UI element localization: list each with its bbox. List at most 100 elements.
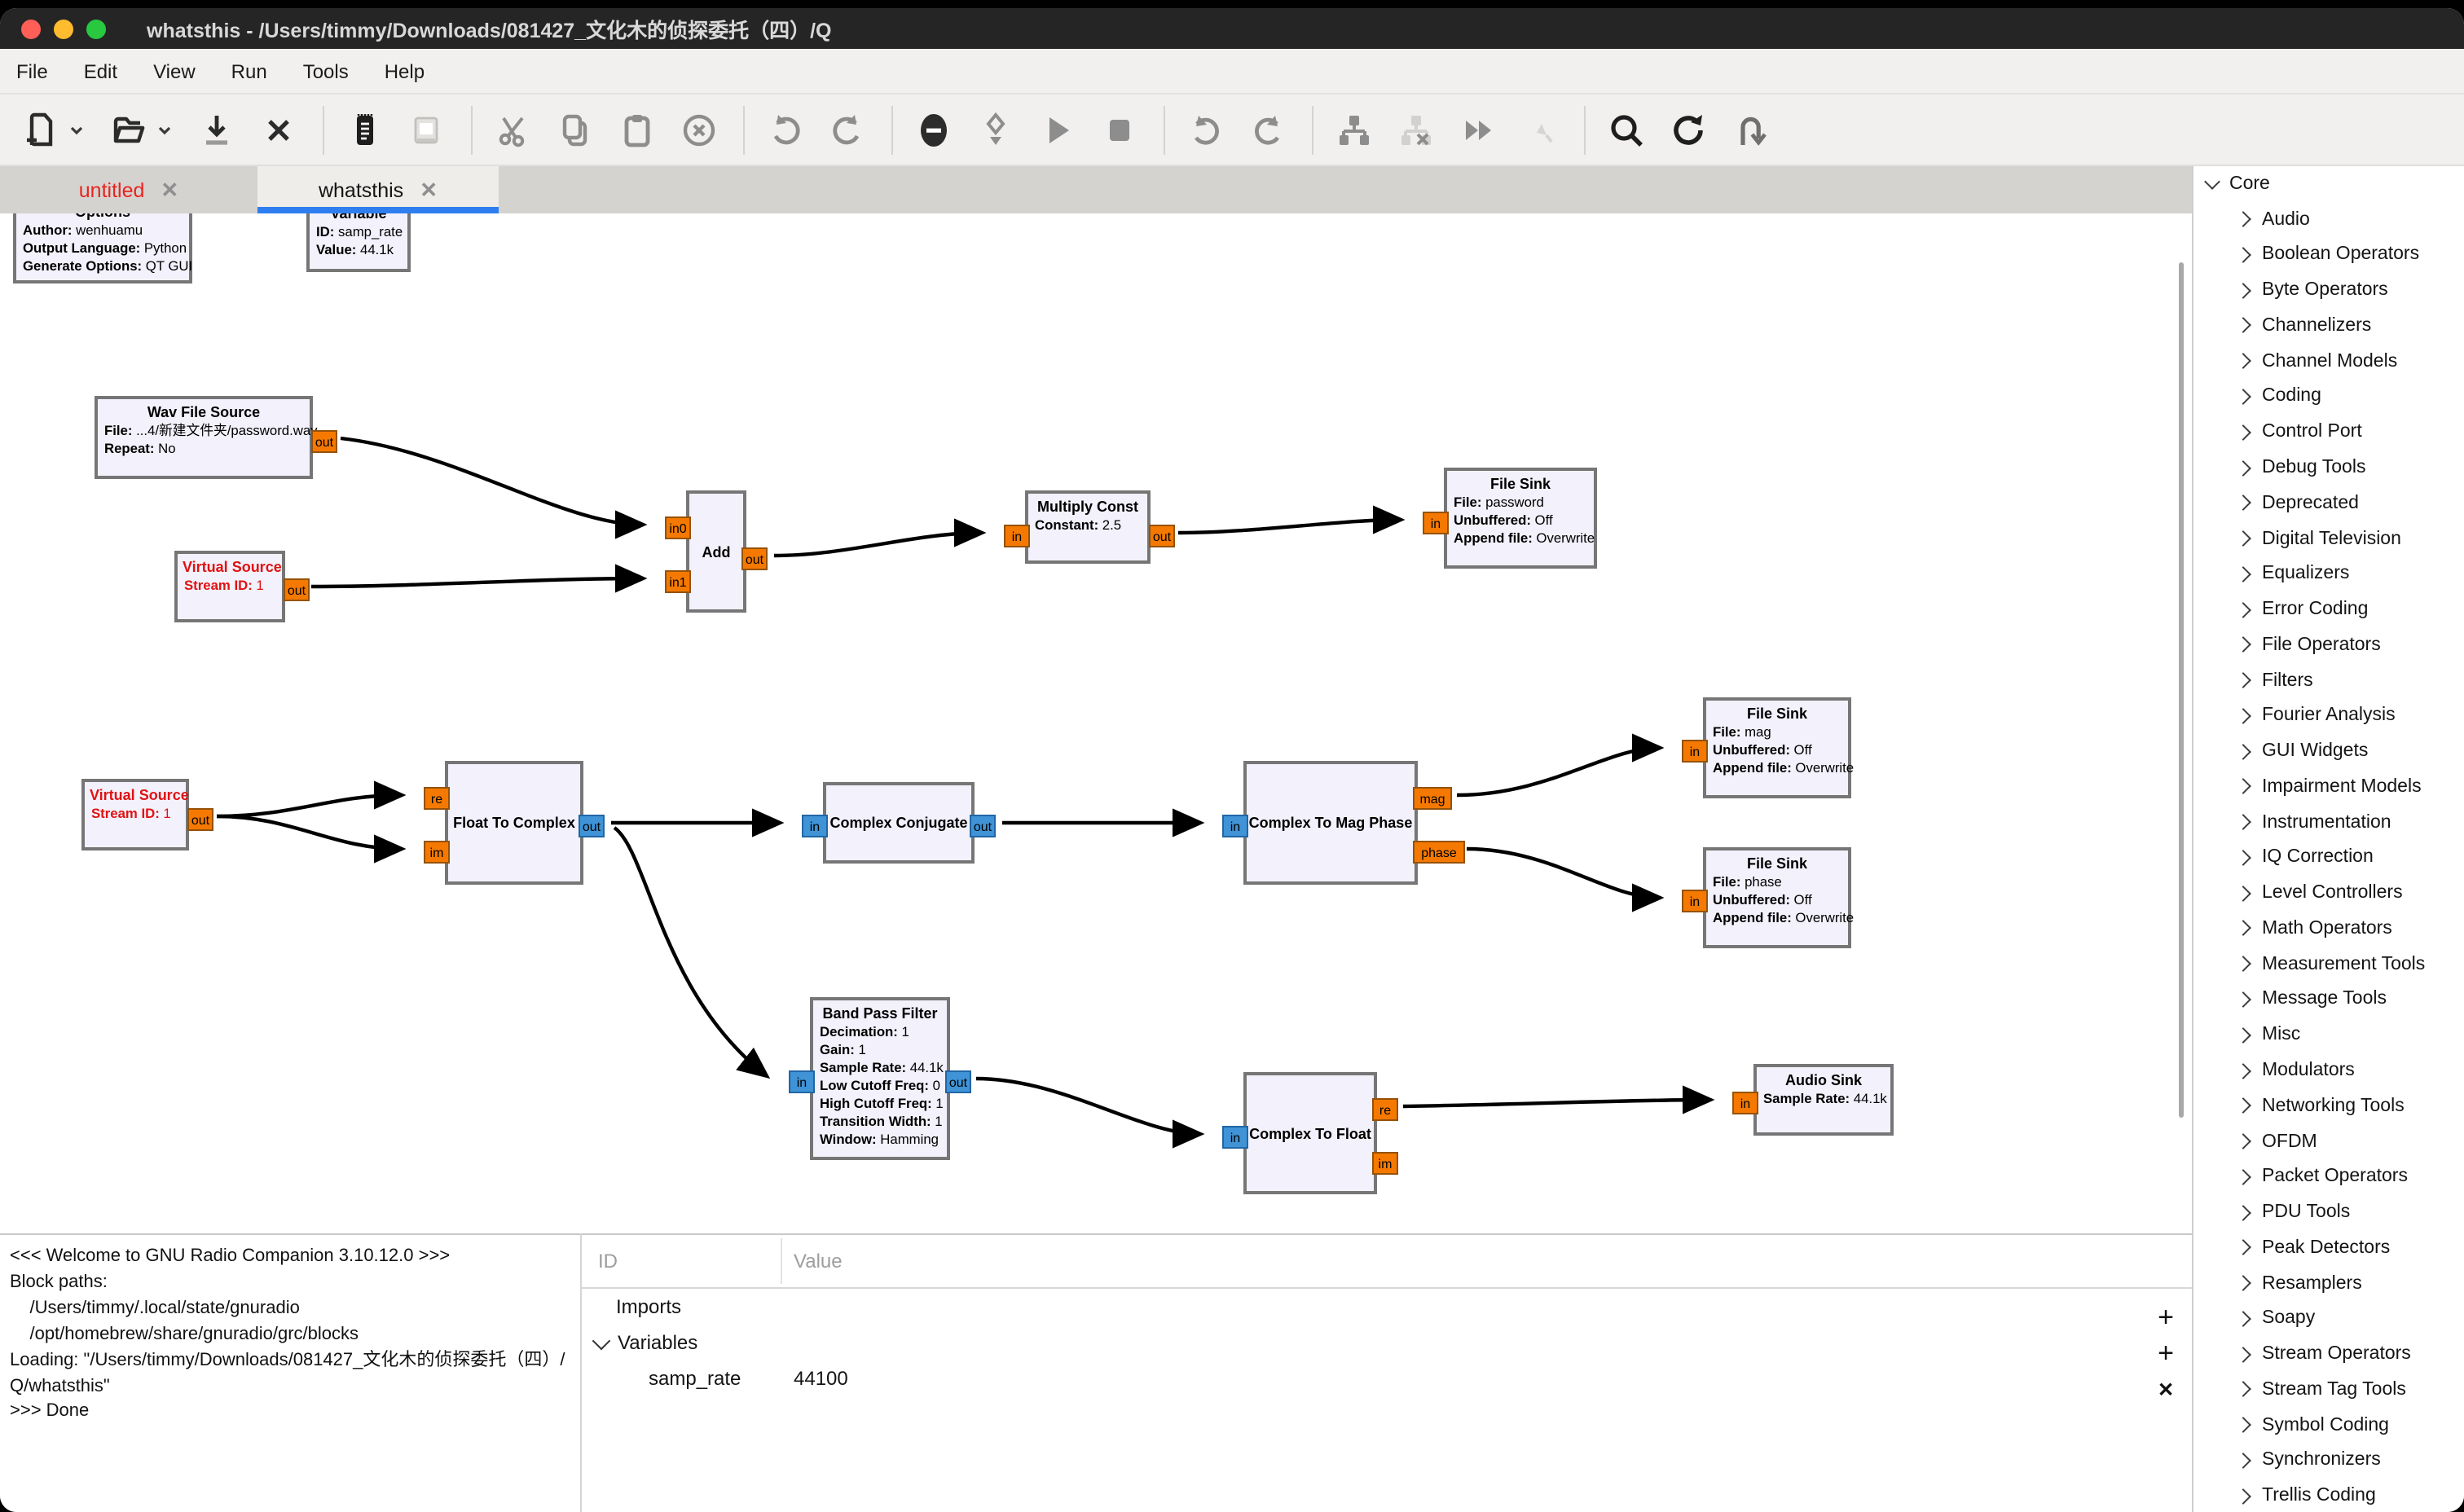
block-multiply-const[interactable]: Multiply Const Constant: 2.5 in out: [1025, 490, 1151, 564]
rotate-left-icon[interactable]: [1185, 108, 1227, 151]
library-category[interactable]: Debug Tools: [2193, 450, 2464, 486]
library-category[interactable]: Symbol Coding: [2193, 1408, 2464, 1444]
add-import-button[interactable]: +: [2149, 1300, 2182, 1336]
zoom-window-button[interactable]: [86, 19, 106, 38]
menu-help[interactable]: Help: [367, 59, 442, 82]
port-im[interactable]: im: [424, 841, 450, 864]
view-errors-icon[interactable]: [678, 108, 720, 151]
toggle-hierarchy-icon[interactable]: [1333, 108, 1375, 151]
library-category[interactable]: Channelizers: [2193, 308, 2464, 344]
block-float-to-complex[interactable]: Float To Complex re im out: [445, 761, 583, 885]
fast-forward-icon[interactable]: [1457, 108, 1499, 151]
library-category[interactable]: Misc: [2193, 1018, 2464, 1053]
block-add[interactable]: Add in0 in1 out: [686, 490, 746, 613]
block-variable-samp-rate[interactable]: Variable ID: samp_rateValue: 44.1k: [306, 213, 411, 272]
library-category[interactable]: Digital Television: [2193, 521, 2464, 556]
chevron-down-icon[interactable]: [592, 1331, 611, 1350]
library-category[interactable]: Measurement Tools: [2193, 947, 2464, 982]
variable-id[interactable]: samp_rate: [649, 1367, 741, 1390]
close-tab-icon[interactable]: [257, 108, 300, 151]
library-category[interactable]: Instrumentation: [2193, 805, 2464, 841]
block-audio-sink[interactable]: Audio Sink Sample Rate: 44.1k in: [1753, 1064, 1894, 1136]
new-file-icon[interactable]: [20, 108, 62, 151]
library-category[interactable]: Deprecated: [2193, 486, 2464, 521]
open-file-icon[interactable]: [108, 108, 150, 151]
generate-kernel-icon[interactable]: [975, 108, 1017, 151]
minimize-window-button[interactable]: [54, 19, 73, 38]
library-category[interactable]: Fourier Analysis: [2193, 698, 2464, 734]
reconnect-icon[interactable]: [1729, 108, 1771, 151]
port-in[interactable]: in: [1682, 890, 1708, 912]
port-in1[interactable]: in1: [665, 570, 691, 593]
block-complex-to-mag-phase[interactable]: Complex To Mag Phase in mag phase: [1243, 761, 1418, 885]
block-options[interactable]: Options Author: wenhuamuOutput Language:…: [13, 213, 192, 284]
snap-to-grid-icon[interactable]: [1519, 108, 1561, 151]
port-out[interactable]: out: [970, 815, 996, 837]
library-category[interactable]: Stream Tag Tools: [2193, 1372, 2464, 1408]
reload-icon[interactable]: [1667, 108, 1709, 151]
library-category[interactable]: Impairment Models: [2193, 769, 2464, 805]
variables-row[interactable]: Variables: [582, 1325, 2192, 1360]
search-icon[interactable]: [1605, 108, 1648, 151]
tab-untitled[interactable]: untitled ✕: [0, 166, 257, 213]
library-category[interactable]: Trellis Coding: [2193, 1479, 2464, 1512]
library-category[interactable]: Error Coding: [2193, 591, 2464, 627]
library-category[interactable]: Peak Detectors: [2193, 1230, 2464, 1266]
port-in[interactable]: in: [789, 1070, 815, 1093]
variable-value[interactable]: 44100: [794, 1367, 848, 1390]
port-in[interactable]: in: [1423, 512, 1449, 534]
library-category[interactable]: Coding: [2193, 379, 2464, 415]
block-complex-to-float[interactable]: Complex To Float in re im: [1243, 1072, 1377, 1194]
block-file-sink-phase[interactable]: File Sink File: phaseUnbuffered: OffAppe…: [1703, 847, 1851, 948]
tab-whatsthis[interactable]: whatsthis ✕: [257, 166, 499, 213]
port-in[interactable]: in: [1222, 1126, 1248, 1149]
port-out[interactable]: out: [187, 808, 213, 831]
block-virtual-source-1[interactable]: Virtual Source Stream ID: 1 out: [174, 551, 285, 622]
screenshot-icon[interactable]: [406, 108, 448, 151]
port-in[interactable]: in: [1004, 525, 1030, 547]
variable-row-samp-rate[interactable]: samp_rate 44100: [582, 1360, 2192, 1396]
menu-view[interactable]: View: [135, 59, 213, 82]
menu-file[interactable]: File: [0, 59, 66, 82]
library-category[interactable]: Packet Operators: [2193, 1159, 2464, 1195]
port-out[interactable]: out: [741, 547, 768, 570]
port-im[interactable]: im: [1372, 1152, 1398, 1175]
execute-icon[interactable]: [1036, 108, 1079, 151]
open-file-dropdown-icon[interactable]: [153, 108, 176, 151]
save-icon[interactable]: [196, 108, 238, 151]
port-in0[interactable]: in0: [665, 516, 691, 539]
library-category[interactable]: Resamplers: [2193, 1265, 2464, 1301]
port-in[interactable]: in: [1732, 1092, 1758, 1114]
library-category[interactable]: File Operators: [2193, 627, 2464, 663]
port-out[interactable]: out: [1149, 525, 1175, 547]
library-category[interactable]: Filters: [2193, 662, 2464, 698]
library-category[interactable]: Networking Tools: [2193, 1088, 2464, 1124]
close-window-button[interactable]: [21, 19, 41, 38]
imports-row[interactable]: Imports: [582, 1289, 2192, 1325]
block-file-sink-password[interactable]: File Sink File: passwordUnbuffered: OffA…: [1444, 468, 1597, 569]
library-category[interactable]: Message Tools: [2193, 982, 2464, 1018]
library-category[interactable]: Byte Operators: [2193, 273, 2464, 309]
copy-icon[interactable]: [554, 108, 596, 151]
new-file-dropdown-icon[interactable]: [65, 108, 88, 151]
rotate-right-icon[interactable]: [1247, 108, 1289, 151]
port-in[interactable]: in: [802, 815, 828, 837]
port-out[interactable]: out: [284, 578, 310, 601]
port-out[interactable]: out: [579, 815, 605, 837]
library-category[interactable]: Control Port: [2193, 415, 2464, 451]
library-category[interactable]: Synchronizers: [2193, 1443, 2464, 1479]
add-variable-button[interactable]: +: [2149, 1336, 2182, 1372]
library-category[interactable]: Channel Models: [2193, 344, 2464, 380]
library-category[interactable]: Boolean Operators: [2193, 237, 2464, 273]
library-category[interactable]: Math Operators: [2193, 911, 2464, 947]
port-re[interactable]: re: [1372, 1098, 1398, 1121]
block-virtual-source-2[interactable]: Virtual Source Stream ID: 1 out: [81, 779, 189, 850]
block-complex-conjugate[interactable]: Complex Conjugate in out: [823, 782, 975, 864]
library-category[interactable]: Soapy: [2193, 1301, 2464, 1337]
menu-tools[interactable]: Tools: [285, 59, 367, 82]
redo-icon[interactable]: [826, 108, 869, 151]
kill-flowgraph-icon[interactable]: [913, 108, 955, 151]
menu-edit[interactable]: Edit: [66, 59, 135, 82]
flowgraph-canvas[interactable]: Options Author: wenhuamuOutput Language:…: [0, 213, 2192, 1233]
port-mag[interactable]: mag: [1413, 787, 1452, 810]
